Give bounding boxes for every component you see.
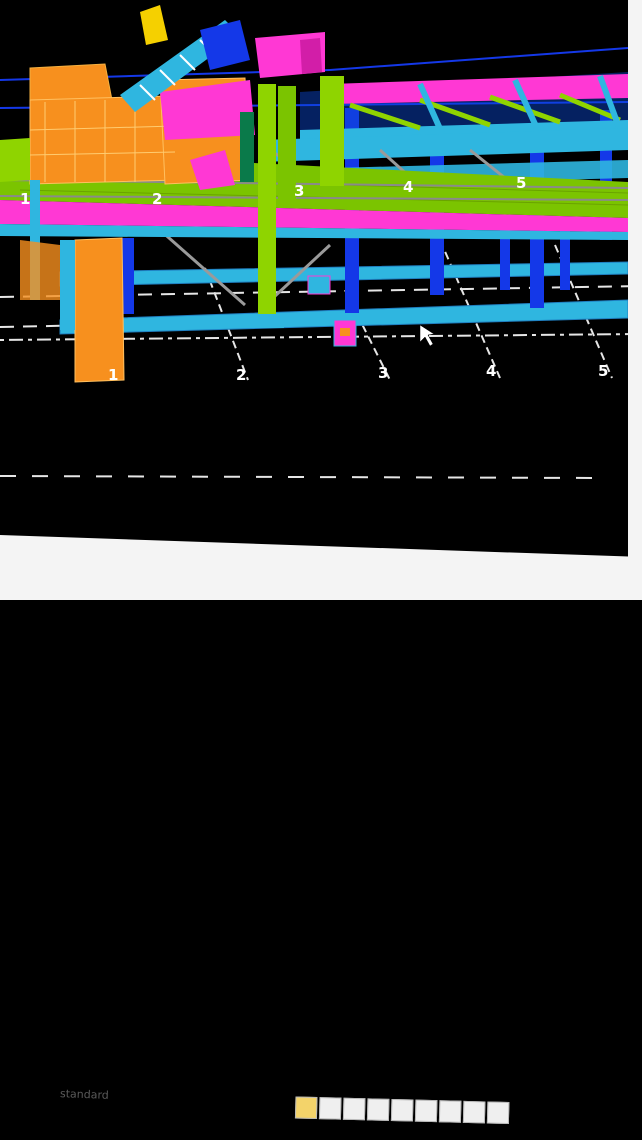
rail-top-right bbox=[329, 47, 629, 71]
discharge-chute bbox=[74, 237, 125, 383]
status-toolbar bbox=[294, 1096, 642, 1139]
grid-label-bottom-2: 2 bbox=[236, 366, 246, 384]
monitor-bezel-edge bbox=[628, 0, 642, 600]
incline-yellow-post bbox=[140, 5, 168, 45]
grid-label-top-1: 1 bbox=[20, 190, 30, 208]
grid-labels-bottom: 1 2 3 4 5 bbox=[108, 362, 608, 384]
house-front-wall bbox=[29, 95, 179, 185]
house-side-green bbox=[0, 138, 30, 182]
tower-stair bbox=[240, 112, 254, 182]
grid-label-top-5: 5 bbox=[516, 174, 526, 192]
ortho-icon[interactable] bbox=[390, 1098, 414, 1122]
grid-label-top-4: 4 bbox=[403, 178, 413, 196]
cad-3d-viewport[interactable]: 1 2 3 4 5 1 2 3 4 5 bbox=[0, 0, 642, 600]
chute-skirt bbox=[20, 240, 60, 300]
layer-icon[interactable] bbox=[318, 1097, 342, 1120]
model-canvas[interactable]: 1 2 3 4 5 1 2 3 4 5 bbox=[0, 0, 642, 600]
grid-label-bottom-3: 3 bbox=[378, 364, 388, 382]
grid-icon[interactable] bbox=[342, 1097, 366, 1121]
text-style-label: standard bbox=[59, 1087, 110, 1102]
ref-line-bottom bbox=[0, 475, 601, 479]
tower-leg-3 bbox=[320, 76, 344, 186]
grid-label-top-3: 3 bbox=[294, 182, 304, 200]
tower-leg-1 bbox=[258, 84, 276, 314]
osnap-icon[interactable] bbox=[438, 1100, 462, 1123]
grid-label-bottom-4: 4 bbox=[486, 362, 496, 380]
incline-blue-frame bbox=[200, 20, 250, 70]
polar-icon[interactable] bbox=[414, 1099, 438, 1123]
grid-label-top-2: 2 bbox=[152, 190, 162, 208]
drive-unit-2-core bbox=[340, 328, 350, 336]
lineweight-icon[interactable] bbox=[462, 1100, 486, 1124]
status-bar: standard bbox=[0, 535, 642, 1125]
drive-unit-1 bbox=[307, 275, 331, 295]
folder-icon[interactable] bbox=[294, 1096, 318, 1120]
chute-frame bbox=[60, 240, 75, 330]
model-icon[interactable] bbox=[486, 1101, 510, 1125]
drive-house-shade bbox=[300, 38, 322, 74]
drive-base bbox=[238, 318, 284, 328]
grid-label-bottom-1: 1 bbox=[108, 366, 118, 384]
snap-icon[interactable] bbox=[366, 1098, 390, 1121]
grid-label-bottom-5: 5 bbox=[598, 362, 608, 380]
